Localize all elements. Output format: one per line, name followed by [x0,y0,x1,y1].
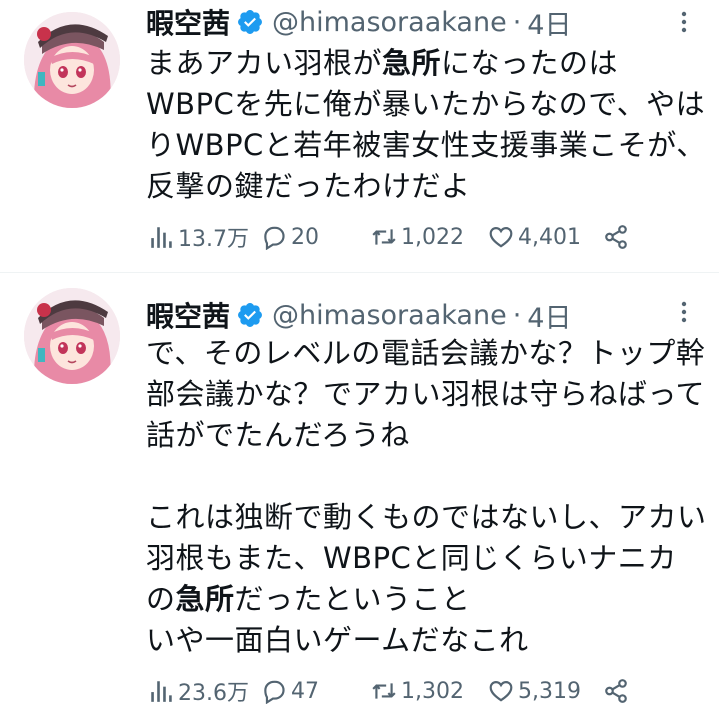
verified-badge-icon [238,10,262,34]
views-button[interactable]: 23.6万 [148,674,249,708]
avatar[interactable] [24,12,120,108]
more-options-icon[interactable] [672,10,696,34]
share-icon [605,225,627,249]
reply-count: 20 [291,224,319,250]
views-count: 13.7万 [178,227,249,252]
separator-dot: · [512,6,522,38]
more-options-icon[interactable] [672,300,696,324]
display-name[interactable]: 暇空茜 [146,295,230,335]
timestamp[interactable]: 4日 [527,3,571,42]
share-button[interactable] [603,674,633,708]
reply-button[interactable]: 47 [261,674,319,708]
like-count: 5,319 [518,678,581,704]
like-button[interactable]: 4,401 [488,220,581,254]
text-line: で、そのレベルの電話会議かな？トップ幹 [146,336,706,370]
text-line: りWBPCと若年被害女性支援事業こそが、 [146,128,706,162]
handle[interactable]: @himasoraakane [272,7,507,38]
share-button[interactable] [603,220,633,254]
text-line: 話がでたんだろうね [146,418,410,452]
text-line: の急所だったということ [146,579,706,620]
views-button[interactable]: 13.7万 [148,220,249,254]
text-segment: の [146,582,176,616]
separator-dot: · [512,299,522,331]
handle[interactable]: @himasoraakane [272,300,507,331]
heart-icon [489,227,513,248]
tweet-text: で、そのレベルの電話会議かな？トップ幹 部会議かな？でアカい羽根は守らねばって … [146,333,706,661]
text-segment: まあアカい羽根が [146,46,383,80]
retweet-button[interactable]: 1,302 [371,674,464,708]
text-line: 部会議かな？でアカい羽根は守らねばって [146,377,706,411]
timestamp[interactable]: 4日 [527,296,571,335]
verified-badge-icon [238,303,262,327]
views-bar-chart-icon [151,681,172,702]
action-bar: 23.6万 47 1,302 5,319 [148,674,648,708]
text-line: いや一面白いゲームだなこれ [146,623,529,657]
reply-bubble-icon [264,680,285,704]
views-count: 23.6万 [178,681,249,706]
text-line: まあアカい羽根が急所になったのは [146,43,706,84]
retweet-count: 1,022 [401,224,464,250]
text-segment: だったということ [234,582,471,616]
retweet-count: 1,302 [401,678,464,704]
heart-icon [489,681,513,702]
tweet[interactable]: 暇空茜 @himasoraakane · 4日 まあアカい羽根が急所になったのは… [0,0,719,272]
avatar-image [24,12,120,108]
text-line: 反撃の鍵だったわけだよ [146,169,471,203]
bold-text-segment: 急所 [175,582,235,616]
views-bar-chart-icon [151,227,172,248]
tweet[interactable]: 暇空茜 @himasoraakane · 4日 で、そのレベルの電話会議かな？ト… [0,273,719,722]
retweet-icon [372,229,396,245]
text-line: 羽根もまた、WBPCと同じくらいナニカ [146,541,677,575]
share-icon [605,679,627,703]
tweet-header: 暇空茜 @himasoraakane · 4日 [146,295,571,335]
reply-count: 47 [291,678,319,704]
text-segment: になったのは [441,46,619,80]
retweet-icon [372,683,396,699]
display-name[interactable]: 暇空茜 [146,2,230,42]
avatar[interactable] [24,288,120,384]
text-line: WBPCを先に俺が暴いたからなので、やは [146,87,706,121]
reply-button[interactable]: 20 [261,220,319,254]
tweet-text: まあアカい羽根が急所になったのは WBPCを先に俺が暴いたからなので、やは りW… [146,43,706,207]
like-button[interactable]: 5,319 [488,674,581,708]
avatar-image [24,288,120,384]
bold-text-segment: 急所 [382,46,442,80]
text-line: これは独断で動くものではないし、アカい [146,500,707,534]
reply-bubble-icon [264,226,285,250]
action-bar: 13.7万 20 1,022 4,401 [148,220,648,254]
like-count: 4,401 [518,224,581,250]
tweet-header: 暇空茜 @himasoraakane · 4日 [146,2,571,42]
retweet-button[interactable]: 1,022 [371,220,464,254]
